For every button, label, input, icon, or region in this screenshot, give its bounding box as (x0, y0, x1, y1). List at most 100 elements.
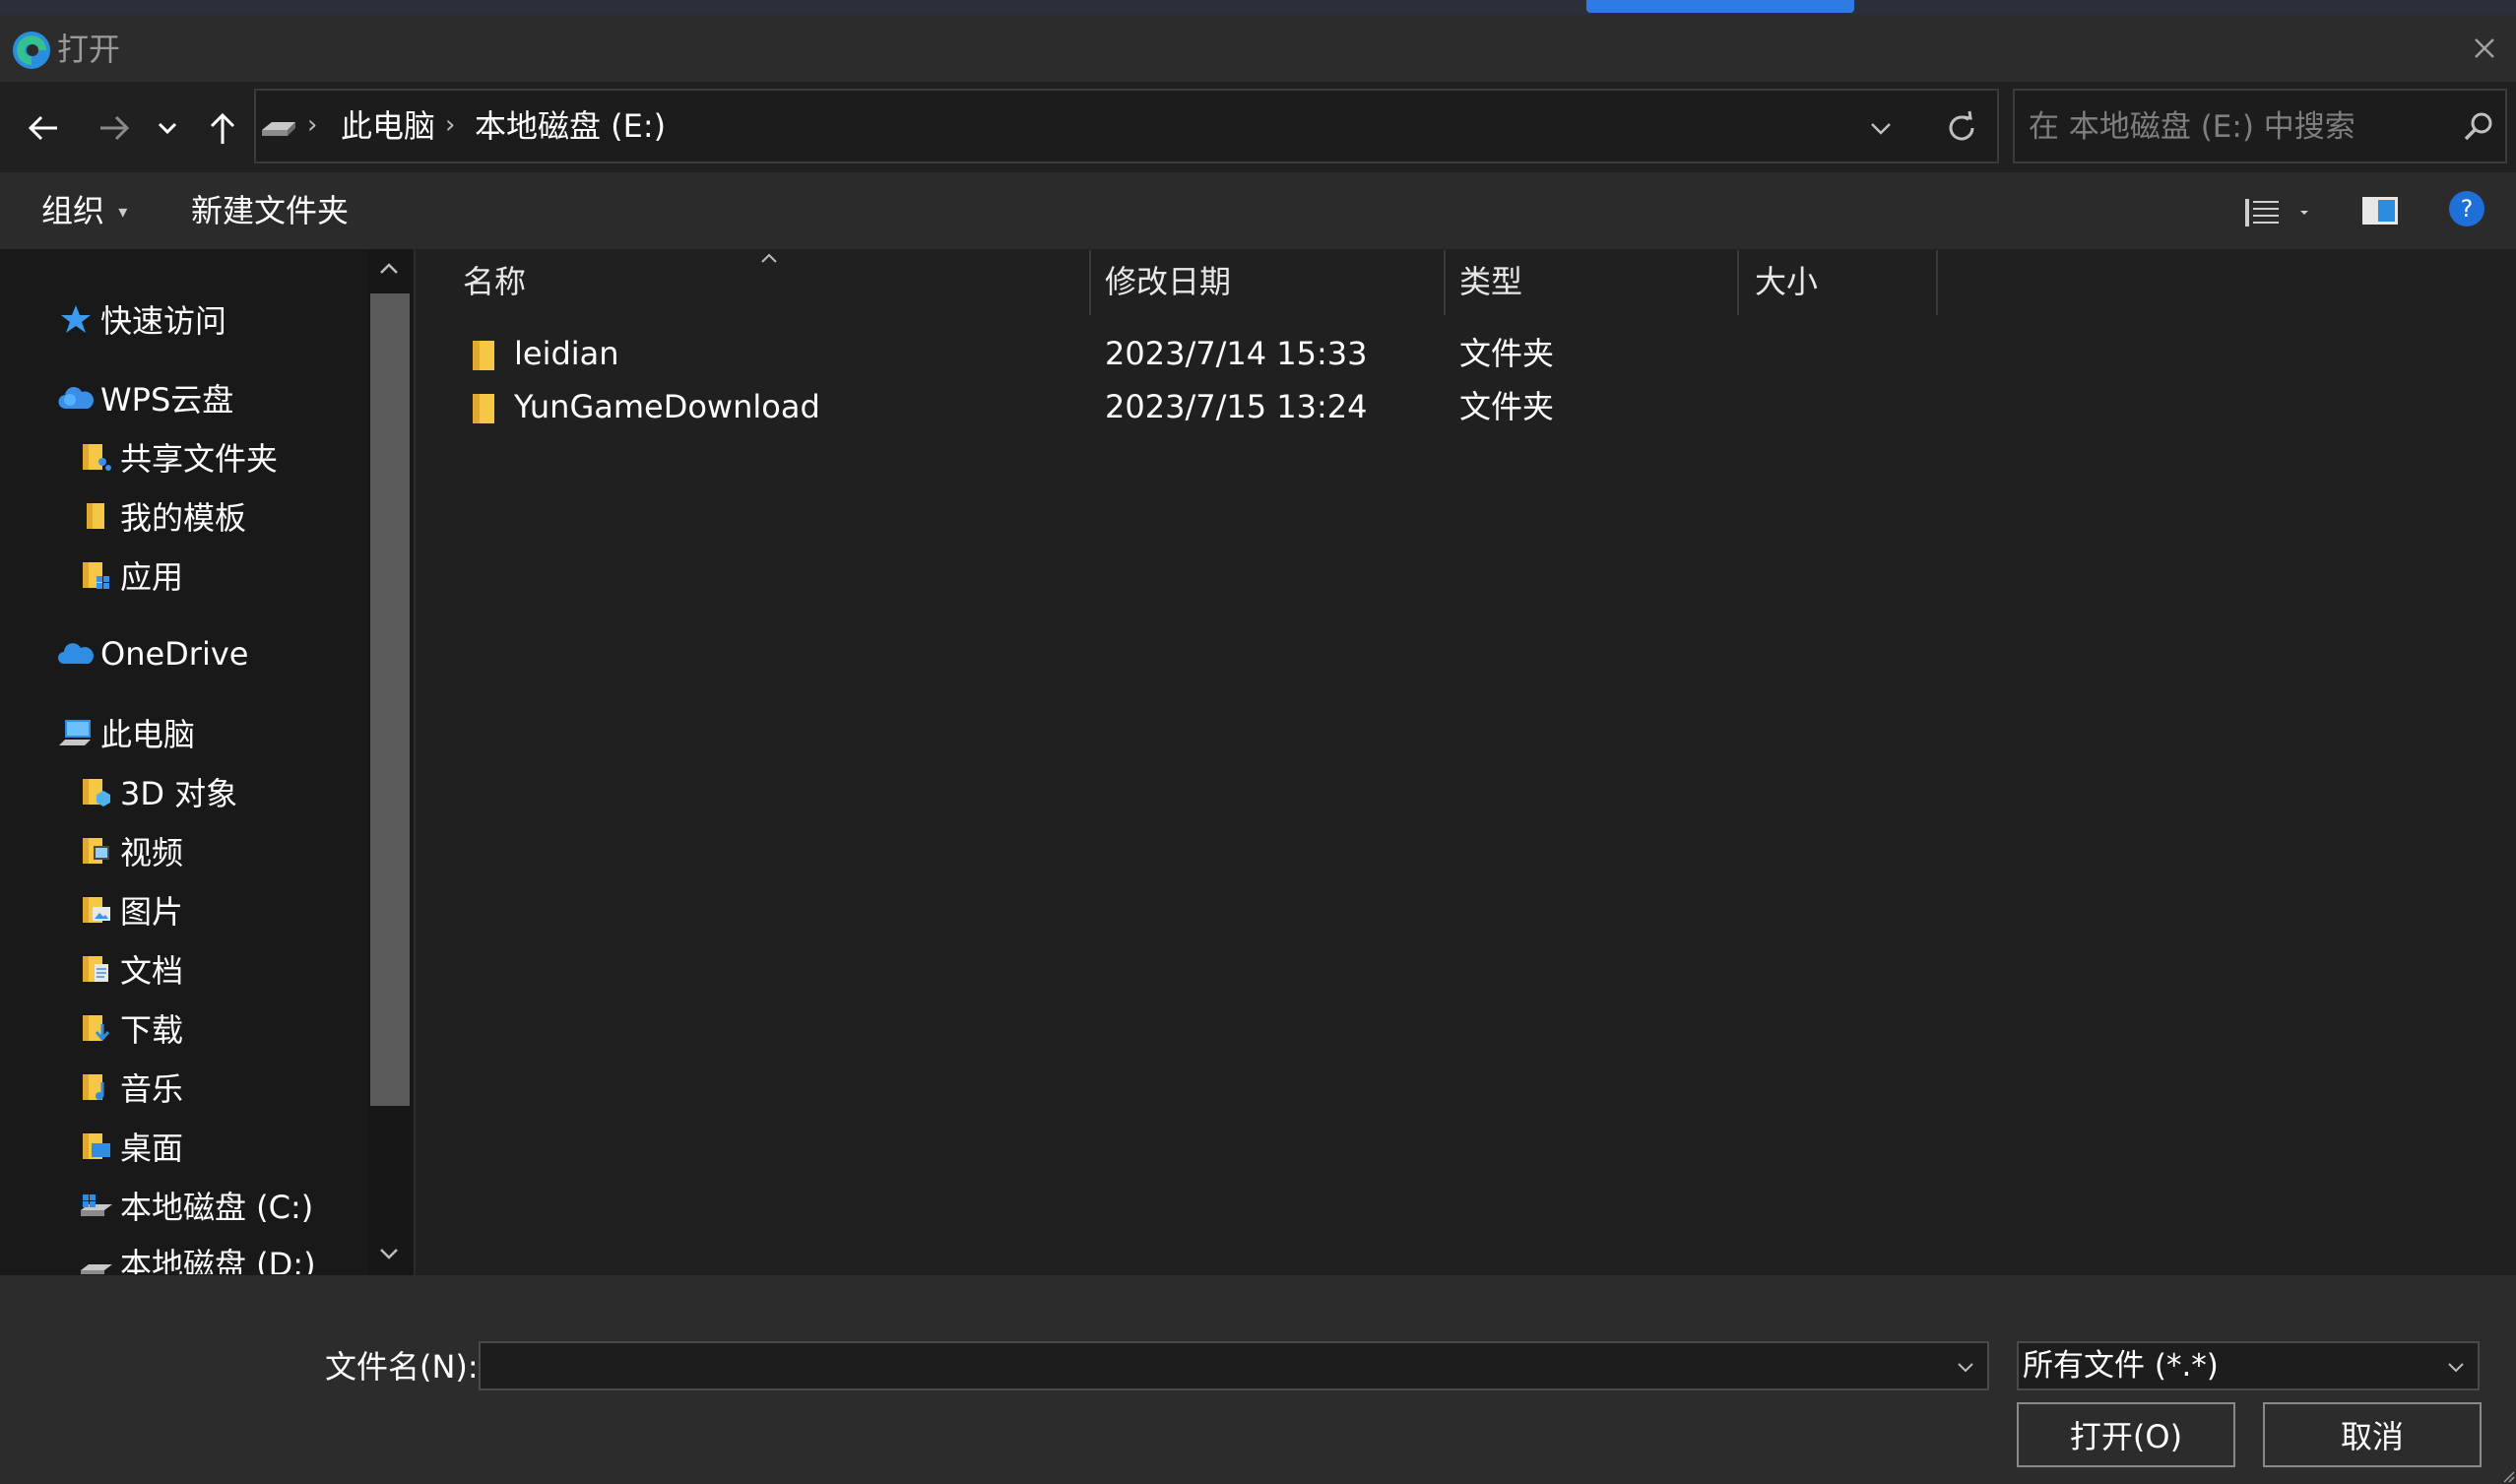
scroll-down-button[interactable] (374, 1239, 404, 1268)
filename-input[interactable] (488, 1347, 1930, 1388)
address-history-dropdown[interactable] (1863, 110, 1899, 146)
table-row[interactable]: leidian 2023/7/14 15:33 文件夹 (453, 331, 1969, 380)
back-arrow-icon (28, 115, 57, 141)
details-view-icon (2245, 199, 2308, 226)
computer-icon (57, 714, 95, 751)
sidebar-item-documents[interactable]: 文档 (77, 943, 183, 995)
file-name: leidian (514, 335, 619, 372)
sidebar-item-downloads[interactable]: 下载 (77, 1002, 183, 1054)
column-divider[interactable] (1737, 250, 1739, 315)
chevron-down-icon (1958, 1363, 1973, 1373)
sidebar-item-drive-d[interactable]: 本地磁盘 (D:) (77, 1239, 316, 1274)
cancel-button[interactable]: 取消 (2263, 1402, 2482, 1467)
close-button[interactable] (2462, 26, 2507, 71)
column-header-type[interactable]: 类型 (1459, 260, 1522, 303)
command-bar (0, 172, 2516, 249)
filename-combobox (479, 1341, 1989, 1390)
up-button[interactable] (195, 100, 250, 156)
help-button[interactable]: ? (2448, 190, 2485, 227)
sidebar-item-label: 应用 (120, 558, 184, 596)
3d-objects-icon (77, 773, 114, 810)
up-arrow-icon (210, 112, 235, 144)
sidebar-item-apps[interactable]: 应用 (77, 549, 183, 601)
table-row[interactable]: YunGameDownload 2023/7/15 13:24 文件夹 (453, 384, 1969, 433)
resize-grip-icon[interactable] (2501, 1469, 2515, 1483)
sidebar-item-label: 视频 (120, 834, 184, 871)
sidebar-item-my-templates[interactable]: 我的模板 (77, 490, 246, 542)
drive-icon (258, 108, 297, 144)
sidebar-item-videos[interactable]: 视频 (77, 825, 183, 876)
sidebar-item-shared-folder[interactable]: 共享文件夹 (77, 431, 278, 483)
edge-app-icon (11, 30, 52, 71)
sidebar-item-wps-cloud[interactable]: WPS云盘 (57, 372, 233, 423)
sidebar-item-quick-access[interactable]: 快速访问 (57, 293, 226, 345)
window-top-strip (0, 0, 2516, 15)
sidebar-item-label: 本地磁盘 (D:) (120, 1246, 316, 1274)
new-folder-button[interactable]: 新建文件夹 (191, 189, 349, 232)
file-type-selected: 所有文件 (*.*) (2023, 1348, 2219, 1384)
sidebar-item-label: WPS云盘 (100, 381, 234, 419)
organize-button[interactable]: 组织 ▾ (41, 189, 127, 238)
column-divider[interactable] (1089, 250, 1091, 315)
column-header-size[interactable]: 大小 (1755, 260, 1818, 303)
breadcrumb-separator: › (307, 110, 318, 140)
system-drive-icon (77, 1187, 114, 1224)
sidebar-item-label: 桌面 (120, 1129, 184, 1167)
pictures-icon (77, 891, 114, 929)
file-modified: 2023/7/15 13:24 (1105, 388, 1368, 425)
folder-icon (469, 392, 498, 425)
sidebar-item-music[interactable]: 音乐 (77, 1062, 183, 1113)
search-input[interactable] (2027, 102, 2444, 152)
recent-locations-button[interactable] (146, 100, 189, 156)
chevron-down-icon (1871, 123, 1891, 135)
sidebar-item-3d-objects[interactable]: 3D 对象 (77, 766, 237, 817)
sort-ascending-icon (758, 250, 780, 266)
window-title: 打开 (57, 31, 121, 68)
sidebar-item-label: 下载 (120, 1011, 184, 1049)
sidebar-item-label: 快速访问 (100, 302, 227, 340)
file-name: YunGameDownload (514, 388, 820, 425)
refresh-icon (1949, 110, 1974, 141)
forward-button[interactable] (87, 100, 142, 156)
breadcrumb-this-pc[interactable]: 此电脑 (341, 104, 435, 148)
column-header-modified[interactable]: 修改日期 (1105, 260, 1231, 303)
folder-icon (469, 339, 498, 372)
sidebar-item-label: 图片 (120, 893, 184, 931)
open-button[interactable]: 打开(O) (2017, 1402, 2235, 1467)
scroll-up-button[interactable] (374, 254, 404, 284)
view-options-button[interactable] (2243, 193, 2322, 232)
column-divider[interactable] (1936, 250, 1938, 315)
sidebar-item-label: 共享文件夹 (120, 440, 279, 478)
sidebar-item-label: 此电脑 (100, 716, 196, 753)
sidebar-item-onedrive[interactable]: OneDrive (57, 628, 248, 679)
filename-label: 文件名(N): (325, 1348, 479, 1386)
sidebar-item-drive-c[interactable]: 本地磁盘 (C:) (77, 1180, 313, 1231)
search-icon[interactable] (2460, 108, 2497, 146)
sidebar-scroll-thumb[interactable] (370, 293, 410, 1106)
sidebar-item-desktop[interactable]: 桌面 (77, 1121, 183, 1172)
sidebar-item-label: 音乐 (120, 1070, 184, 1108)
breadcrumb-drive-e[interactable]: 本地磁盘 (E:) (475, 104, 666, 148)
column-header-name[interactable]: 名称 (463, 260, 526, 303)
search-box (2013, 89, 2507, 163)
title-bar (0, 15, 2516, 82)
sidebar-item-this-pc[interactable]: 此电脑 (57, 707, 195, 758)
downloads-icon (77, 1009, 114, 1047)
file-type-select[interactable]: 所有文件 (*.*) (2017, 1341, 2480, 1390)
help-icon: ? (2449, 191, 2484, 226)
refresh-button[interactable] (1942, 108, 1981, 148)
music-icon (77, 1068, 114, 1106)
column-divider[interactable] (1444, 250, 1446, 315)
documents-icon (77, 950, 114, 988)
videos-icon (77, 832, 114, 870)
file-type: 文件夹 (1459, 335, 1555, 372)
filename-dropdown-button[interactable] (1952, 1353, 1979, 1381)
sidebar-item-label: OneDrive (100, 635, 249, 673)
back-button[interactable] (16, 100, 71, 156)
preview-pane-button[interactable] (2361, 195, 2399, 226)
sidebar-item-pictures[interactable]: 图片 (77, 884, 183, 936)
sidebar-item-label: 文档 (120, 952, 184, 990)
app-folder-icon (77, 556, 114, 594)
accent-tab (1586, 0, 1854, 13)
close-icon (2475, 38, 2494, 58)
